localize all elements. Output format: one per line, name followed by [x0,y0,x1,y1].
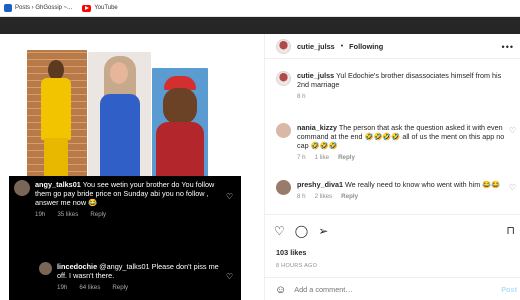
bookmark-label: YouTube [94,5,118,11]
photo-woman-blue [88,52,151,178]
dm-message: lincedochie @angy_talks01 Please don't p… [39,262,224,291]
avatar [14,180,30,196]
heart-icon: ♡ [225,192,233,201]
bookmark-icon[interactable]: ⊓ [506,224,515,237]
youtube-icon [82,4,92,12]
bookmark-label: Posts › GhGossip ~... [15,5,73,11]
like-heart-icon[interactable]: ♡ [274,224,285,238]
comment-time: 7 h [297,154,306,161]
dm-meta: 19h 35 likes Reply [35,211,224,218]
avatar[interactable] [276,71,291,86]
caption: cutie_julss Yul Edochie's brother disass… [276,71,506,100]
smile-icon[interactable]: ☺ [275,284,286,296]
avatar[interactable] [276,123,291,138]
dm-emoji: 😂 [88,198,98,207]
comment-time: 8 h [297,193,306,200]
post-header: cutie_julss • Following ••• [265,34,520,59]
dm-reply: Reply [90,211,107,218]
comment-username[interactable]: nania_kizzy [297,123,337,132]
dm-screenshot: angy_talks01 You see wetin your brother … [9,176,241,300]
comment-icon[interactable]: ◯ [295,224,308,238]
comment-username[interactable]: preshy_diva1 [297,180,343,189]
comment-likes[interactable]: 2 likes [315,193,333,200]
reply-button[interactable]: Reply [338,154,355,161]
comment-input[interactable] [294,285,495,294]
post-actions: ♡ ◯ ➢ ⊓ 103 likes 8 HOURS AGO ☺ Post [265,214,520,300]
comment-text: We really need to know who went with him… [344,180,501,189]
avatar [39,262,52,275]
author-username[interactable]: cutie_julss [297,42,335,51]
comment: preshy_diva1 We really need to know who … [276,180,516,200]
comment: nania_kizzy The person that ask the ques… [276,123,516,161]
comment-likes[interactable]: 1 like [315,154,329,161]
dm-username: lincedochie [57,262,98,271]
following-button[interactable]: Following [349,42,383,51]
dm-username: angy_talks01 [35,180,81,189]
heart-icon[interactable]: ♡ [509,183,516,192]
caption-username[interactable]: cutie_julss [297,71,334,80]
bookmarks-bar: Posts › GhGossip ~... YouTube [0,0,520,17]
share-icon[interactable]: ➢ [318,224,328,238]
dm-time: 19h [57,284,68,291]
bookmark-youtube[interactable]: YouTube [82,4,118,12]
separator-dot: • [340,42,344,50]
dm-likes: 64 likes [79,284,101,291]
dm-meta: 19h 64 likes Reply [57,284,224,291]
avatar[interactable] [276,38,291,54]
dm-time: 19h [35,211,46,218]
dm-likes: 35 likes [57,211,79,218]
avatar[interactable] [276,180,291,195]
post-timestamp: 8 HOURS AGO [276,263,318,269]
post-details: cutie_julss • Following ••• cutie_julss … [264,34,520,300]
caption-time: 8 h [297,93,306,100]
bookmark-ghgossip[interactable]: Posts › GhGossip ~... [4,4,72,12]
dm-message: angy_talks01 You see wetin your brother … [14,180,224,218]
dm-reply: Reply [112,284,129,291]
post-media[interactable]: angy_talks01 You see wetin your brother … [0,34,263,300]
heart-icon[interactable]: ♡ [509,126,516,135]
add-comment-row: ☺ Post [265,277,520,300]
heart-icon: ♡ [225,272,233,281]
photo-man-yellow [27,50,87,178]
ghgossip-favicon-icon [4,4,12,12]
reply-button[interactable]: Reply [341,193,358,200]
likes-count[interactable]: 103 likes [276,248,306,257]
page-background-strip [0,17,520,34]
photo-man-red-cap [152,68,208,178]
post-button[interactable]: Post [501,285,517,294]
post-card: angy_talks01 You see wetin your brother … [0,34,520,300]
more-icon[interactable]: ••• [502,42,514,52]
